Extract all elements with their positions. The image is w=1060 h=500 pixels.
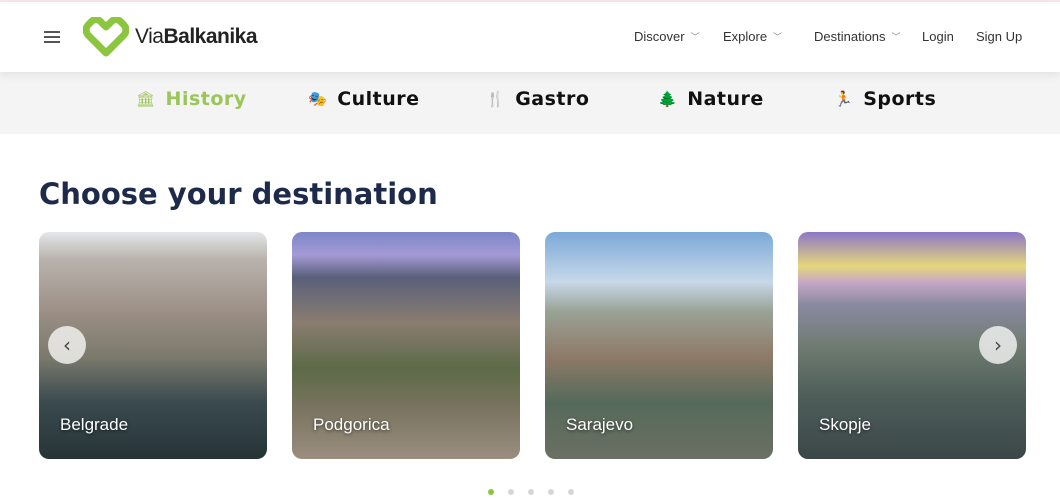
utensils-icon: 🍴: [486, 90, 506, 108]
landmark-icon: 🏛: [136, 90, 156, 108]
logo-text: ViaBalkanika: [135, 25, 258, 48]
heart-logo-icon: [83, 17, 129, 57]
menu-icon[interactable]: [44, 31, 60, 43]
category-history[interactable]: 🏛 History: [136, 88, 247, 110]
signup-link[interactable]: Sign Up: [976, 29, 1022, 44]
chevron-down-icon: ﹀: [891, 32, 901, 42]
destination-card-sarajevo[interactable]: Sarajevo: [545, 232, 773, 459]
running-icon: 🏃: [834, 90, 854, 108]
destination-label: Belgrade: [60, 415, 129, 434]
section-title: Choose your destination: [39, 177, 438, 211]
chevron-right-icon: ›: [994, 333, 1002, 357]
nav-destinations[interactable]: Destinations ﹀: [814, 29, 901, 44]
carousel-next-button[interactable]: ›: [979, 326, 1017, 364]
theater-masks-icon: 🎭: [308, 90, 328, 108]
pagination-dot[interactable]: [548, 489, 554, 495]
nav-explore[interactable]: Explore ﹀: [723, 29, 782, 44]
tree-icon: 🌲: [658, 90, 678, 108]
pagination-dot[interactable]: [568, 489, 574, 495]
pagination-dot[interactable]: [528, 489, 534, 495]
nav-discover[interactable]: Discover ﹀: [634, 29, 700, 44]
destination-card-podgorica[interactable]: Podgorica: [292, 232, 520, 459]
chevron-left-icon: ‹: [63, 333, 71, 357]
destination-label: Skopje: [819, 415, 871, 434]
logo[interactable]: ViaBalkanika: [83, 17, 258, 57]
category-gastro[interactable]: 🍴 Gastro: [486, 88, 589, 110]
category-sports[interactable]: 🏃 Sports: [834, 88, 936, 110]
pagination-dot[interactable]: [488, 489, 494, 495]
pagination-dot[interactable]: [508, 489, 514, 495]
chevron-down-icon: ﹀: [773, 32, 783, 42]
destination-label: Podgorica: [313, 415, 390, 434]
carousel-pagination: [488, 489, 574, 495]
carousel-prev-button[interactable]: ‹: [48, 326, 86, 364]
chevron-down-icon: ﹀: [690, 32, 700, 42]
destination-label: Sarajevo: [566, 415, 634, 434]
category-bar: 🏛 History 🎭 Culture 🍴 Gastro 🌲 Nature 🏃 Sport…: [0, 72, 1060, 134]
category-culture[interactable]: 🎭 Culture: [308, 88, 420, 110]
header: ViaBalkanika Discover ﹀ Explore ﹀ Destinat…: [0, 4, 1060, 72]
category-nature[interactable]: 🌲 Nature: [658, 88, 764, 110]
login-link[interactable]: Login: [922, 29, 954, 44]
